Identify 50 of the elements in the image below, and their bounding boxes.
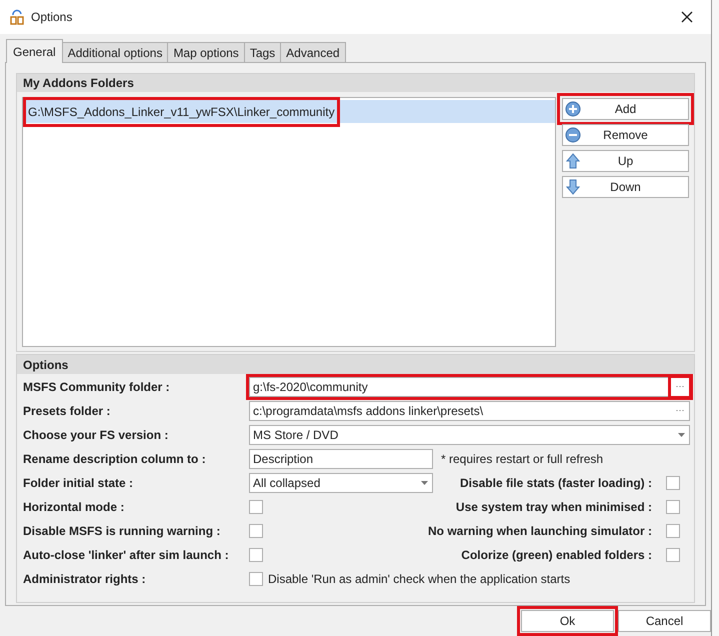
tab[interactable]: Additional options [62, 42, 168, 62]
path-field[interactable]: g:\fs-2020\community ··· [249, 377, 690, 397]
dropdown[interactable]: All collapsed [249, 473, 433, 493]
checkbox[interactable] [666, 524, 680, 538]
window-title: Options [31, 9, 74, 26]
checkbox[interactable] [666, 500, 680, 514]
option-label: MSFS Community folder : [23, 379, 171, 396]
option-label: Disable MSFS is running warning : [23, 523, 222, 540]
tab[interactable]: Tags [244, 42, 282, 62]
option-label: Administrator rights : [23, 571, 147, 588]
dialog-button[interactable]: Cancel [618, 610, 711, 632]
down-button[interactable]: Down [562, 176, 689, 198]
checkbox[interactable] [249, 500, 263, 514]
tab[interactable]: Map options [167, 42, 245, 62]
panel-header: My Addons Folders [17, 74, 694, 92]
checkbox-label: Disable 'Run as admin' check when the application starts [268, 571, 570, 588]
app-icon [9, 9, 25, 25]
minus-icon [565, 127, 581, 143]
option-label: Disable file stats (faster loading) : [460, 475, 652, 492]
dropdown-arrow-icon [678, 433, 685, 437]
checkbox[interactable] [249, 524, 263, 538]
option-label: Auto-close 'linker' after sim launch : [23, 547, 230, 564]
option-label: Colorize (green) enabled folders : [461, 547, 652, 564]
down-arrow-icon [565, 179, 581, 195]
dropdown[interactable]: MS Store / DVD [249, 425, 690, 445]
plus-icon [565, 101, 581, 117]
remove-button[interactable]: Remove [562, 124, 689, 146]
checkbox[interactable] [666, 548, 680, 562]
text-field[interactable]: Description [249, 449, 433, 469]
tab[interactable]: Advanced [280, 42, 346, 62]
browse-button[interactable]: ··· [671, 378, 689, 396]
checkbox[interactable] [666, 476, 680, 490]
note-text: * requires restart or full refresh [441, 451, 604, 468]
up-button[interactable]: Up [562, 150, 689, 172]
panel-header: Options [17, 355, 694, 374]
option-label: Rename description column to : [23, 451, 207, 468]
option-label: Choose your FS version : [23, 427, 170, 444]
option-label: Use system tray when minimised : [456, 499, 652, 516]
option-label: Presets folder : [23, 403, 112, 420]
option-label: No warning when launching simulator : [428, 523, 652, 540]
checkbox[interactable] [249, 572, 263, 586]
path-field[interactable]: c:\programdata\msfs addons linker\presets\ ··· [249, 401, 690, 421]
up-arrow-icon [565, 153, 581, 169]
checkbox[interactable] [249, 548, 263, 562]
option-label: Horizontal mode : [23, 499, 126, 516]
browse-button[interactable]: ··· [671, 402, 689, 420]
close-icon[interactable] [681, 11, 693, 23]
dropdown-arrow-icon [421, 481, 428, 485]
option-label: Folder initial state : [23, 475, 134, 492]
tab[interactable]: General [6, 39, 63, 63]
